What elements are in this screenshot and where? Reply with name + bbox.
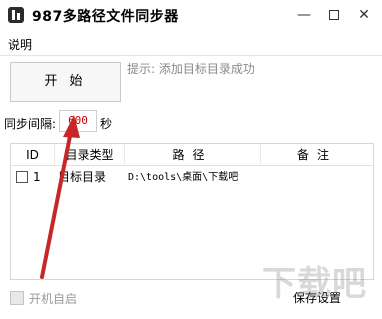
column-header-id[interactable]: ID [11, 144, 55, 166]
menu-bar: 说明 [0, 30, 382, 56]
column-header-type[interactable]: 目录类型 [55, 144, 125, 166]
interval-label: 同步间隔: [4, 117, 57, 131]
close-button[interactable]: ✕ [352, 4, 376, 26]
watermark-logo: 下载吧 [262, 264, 367, 304]
row-checkbox[interactable] [16, 171, 28, 183]
interval-unit: 秒 [100, 117, 113, 131]
app-logo-icon [8, 7, 24, 23]
hint-text: 提示: 添加目标目录成功 [127, 62, 255, 76]
column-header-path[interactable]: 路径 [125, 144, 261, 166]
table-row[interactable]: 1 目标目录 D:\tools\桌面\下载吧 [11, 167, 373, 187]
row-path: D:\tools\桌面\下载吧 [128, 172, 239, 183]
row-id: 1 [33, 170, 41, 184]
menu-item-help[interactable]: 说明 [8, 36, 32, 53]
column-header-note[interactable]: 备注 [261, 144, 373, 166]
title-bar: 987多路径文件同步器 — ✕ [0, 0, 382, 30]
minimize-button[interactable]: — [292, 4, 316, 26]
autostart-checkbox[interactable] [10, 291, 24, 305]
maximize-button[interactable] [322, 4, 346, 26]
start-button[interactable]: 开 始 [10, 62, 121, 102]
window-title: 987多路径文件同步器 [32, 9, 179, 25]
autostart-label: 开机自启 [29, 292, 78, 306]
interval-input[interactable]: 600 [59, 110, 97, 132]
maximize-icon [329, 10, 339, 20]
row-type: 目标目录 [58, 170, 107, 184]
table-header: ID 目录类型 路径 备注 [11, 144, 373, 166]
